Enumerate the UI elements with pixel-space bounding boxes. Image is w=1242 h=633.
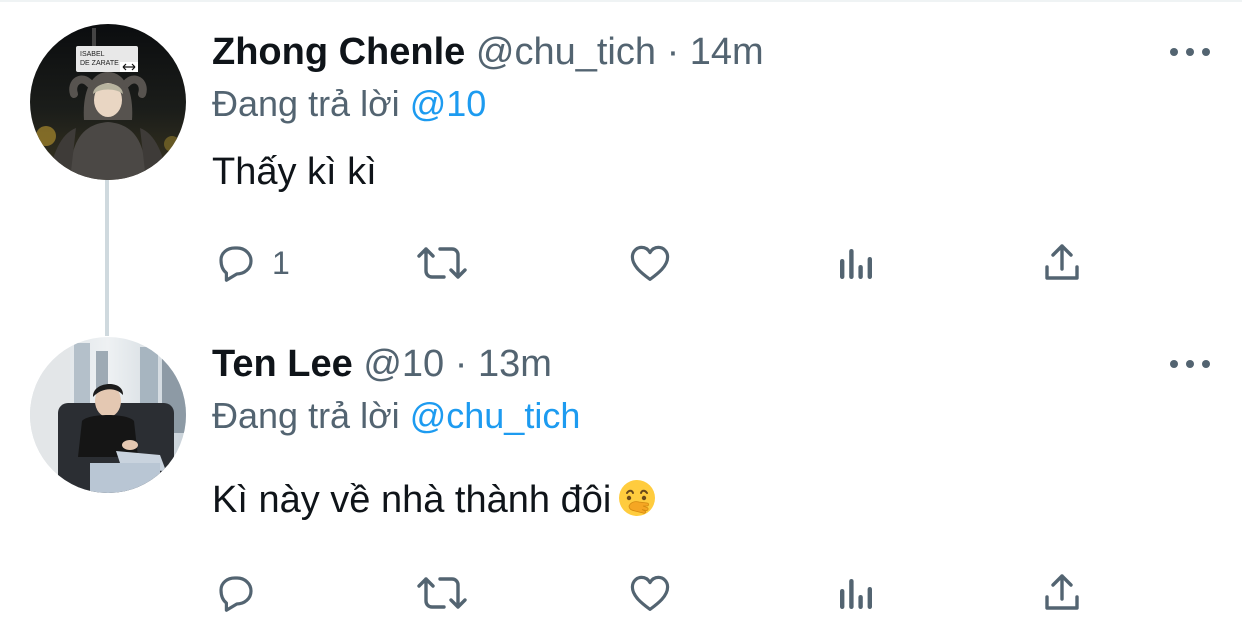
- tweet-text-row: Kì này về nhà thành đôi: [212, 476, 657, 524]
- user-handle[interactable]: @10: [363, 343, 444, 385]
- heart-icon: [630, 575, 670, 611]
- heart-icon: [630, 245, 670, 281]
- tweet-text: Thấy kì kì: [212, 151, 377, 193]
- tweet[interactable]: ISABEL DE ZARATE Zhong Chenle @chu_tich …: [0, 0, 1242, 320]
- bar-chart-icon: [840, 579, 872, 609]
- separator-dot: ·: [454, 343, 468, 385]
- speech-bubble-icon: [219, 246, 253, 282]
- speech-bubble-icon: [219, 576, 253, 612]
- user-handle[interactable]: @chu_tich: [476, 31, 656, 73]
- replying-to: Đang trả lời @chu_tich: [212, 394, 580, 438]
- display-name[interactable]: Zhong Chenle: [212, 31, 465, 73]
- display-name[interactable]: Ten Lee: [212, 343, 353, 385]
- retweet-button[interactable]: [414, 568, 470, 618]
- retweet-button[interactable]: [414, 238, 470, 288]
- replying-to: Đang trả lời @10: [212, 82, 486, 126]
- tweet-actions: [0, 568, 1242, 618]
- more-dots-icon[interactable]: [1170, 354, 1210, 374]
- avatar-sign-line-1: ISABEL: [80, 51, 105, 58]
- separator-dot: ·: [666, 31, 680, 73]
- share-upload-icon: [1045, 574, 1079, 610]
- retweet-icon: [417, 247, 467, 279]
- more-dots-icon[interactable]: [1170, 42, 1210, 62]
- reply-button[interactable]: [212, 568, 272, 618]
- timestamp[interactable]: 13m: [478, 343, 552, 385]
- share-button[interactable]: [1038, 568, 1086, 618]
- tweet-actions: 1: [0, 238, 1242, 288]
- tweet-text: Kì này về nhà thành đôi: [212, 479, 612, 521]
- face-with-hand-over-mouth-icon: [619, 480, 656, 516]
- tweet-header: Zhong Chenle @chu_tich · 14m: [212, 28, 764, 76]
- share-button[interactable]: [1038, 238, 1086, 288]
- timestamp[interactable]: 14m: [690, 31, 764, 73]
- retweet-icon: [417, 577, 467, 609]
- avatar[interactable]: [30, 337, 186, 493]
- tweet-header: Ten Lee @10 · 13m: [212, 340, 552, 388]
- share-upload-icon: [1045, 244, 1079, 280]
- mention-link[interactable]: @chu_tich: [410, 395, 581, 436]
- replying-to-label: Đang trả lời: [212, 83, 400, 124]
- tweet[interactable]: Ten Lee @10 · 13m Đang trả lời @chu_tich…: [0, 320, 1242, 633]
- like-button[interactable]: [626, 568, 674, 618]
- reply-count: 1: [272, 244, 290, 281]
- reply-button[interactable]: 1: [212, 238, 290, 288]
- views-button[interactable]: [834, 238, 878, 288]
- bar-chart-icon: [840, 249, 872, 279]
- avatar-sign-line-2: DE ZARATE: [80, 60, 119, 67]
- like-button[interactable]: [626, 238, 674, 288]
- views-button[interactable]: [834, 568, 878, 618]
- mention-link[interactable]: @10: [410, 83, 487, 124]
- avatar[interactable]: ISABEL DE ZARATE: [30, 24, 186, 180]
- replying-to-label: Đang trả lời: [212, 395, 400, 436]
